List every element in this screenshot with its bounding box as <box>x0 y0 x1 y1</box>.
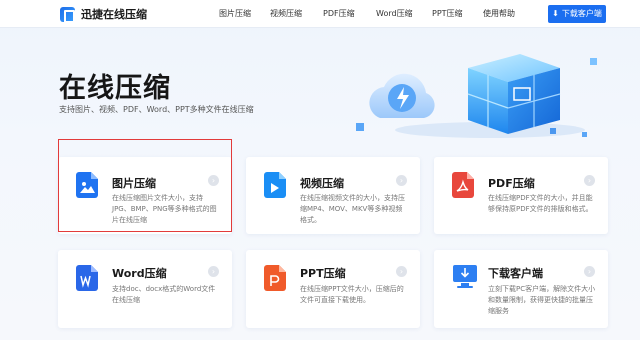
card-video-compress[interactable]: 视频压缩 在线压缩视频文件的大小，支持压缩MP4、MOV、MKV等多种视频格式。… <box>246 157 420 234</box>
card-download-client[interactable]: 下载客户端 立刻下载PC客户端，解除文件大小和数量限制，获得更快捷的批量压缩服务… <box>434 250 608 328</box>
card-title: PDF压缩 <box>488 177 535 190</box>
card-pdf-compress[interactable]: PDF压缩 在线压缩PDF文件的大小，并且能够保持原PDF文件的排版和格式。 › <box>434 157 608 234</box>
card-title: PPT压缩 <box>300 267 346 280</box>
nav-item-video[interactable]: 视频压缩 <box>270 0 302 28</box>
video-file-icon <box>264 172 286 198</box>
card-title: Word压缩 <box>112 267 167 280</box>
nav-item-pdf[interactable]: PDF压缩 <box>323 0 355 28</box>
chevron-right-icon[interactable]: › <box>584 175 595 186</box>
card-title: 视频压缩 <box>300 177 344 190</box>
chevron-right-icon[interactable]: › <box>396 266 407 277</box>
chevron-right-icon[interactable]: › <box>584 266 595 277</box>
nav-item-image[interactable]: 图片压缩 <box>219 0 251 28</box>
nav-item-ppt[interactable]: PPT压缩 <box>432 0 463 28</box>
top-nav-bar: 迅捷在线压缩 图片压缩 视频压缩 PDF压缩 Word压缩 PPT压缩 使用帮助… <box>0 0 640 28</box>
site-logo[interactable]: 迅捷在线压缩 <box>60 6 147 23</box>
card-description: 立刻下载PC客户端，解除文件大小和数量限制，获得更快捷的批量压缩服务 <box>488 285 596 315</box>
card-description: 支持doc、docx格式的Word文件在线压缩 <box>112 285 216 304</box>
card-ppt-compress[interactable]: PPT压缩 在线压缩PPT文件大小，压缩后的文件可直接下载使用。 › <box>246 250 420 328</box>
card-image-compress[interactable]: 图片压缩 在线压缩图片文件大小，支持JPG、BMP、PNG等多种格式的图片在线压… <box>58 157 232 234</box>
card-description: 在线压缩PPT文件大小，压缩后的文件可直接下载使用。 <box>300 285 404 304</box>
card-word-compress[interactable]: Word压缩 支持doc、docx格式的Word文件在线压缩 › <box>58 250 232 328</box>
download-monitor-icon <box>453 265 477 288</box>
chevron-right-icon[interactable]: › <box>208 175 219 186</box>
download-icon: ⬇ <box>552 9 559 18</box>
page-title: 在线压缩 <box>59 73 171 104</box>
logo-icon <box>60 6 75 23</box>
nav-item-help[interactable]: 使用帮助 <box>483 0 515 28</box>
card-description: 在线压缩图片文件大小，支持JPG、BMP、PNG等多种格式的图片在线压缩 <box>112 194 217 224</box>
card-title: 图片压缩 <box>112 177 156 190</box>
image-file-icon <box>76 172 98 198</box>
cloud-lightning-icon <box>369 73 435 118</box>
ppt-file-icon <box>264 265 286 291</box>
logo-text: 迅捷在线压缩 <box>81 8 147 21</box>
download-client-label: 下载客户端 <box>561 9 602 18</box>
compression-cube-icon <box>467 54 561 134</box>
chevron-right-icon[interactable]: › <box>208 266 219 277</box>
word-file-icon <box>76 265 98 291</box>
card-description: 在线压缩视频文件的大小，支持压缩MP4、MOV、MKV等多种视频格式。 <box>300 194 405 224</box>
card-title: 下载客户端 <box>488 267 543 280</box>
chevron-right-icon[interactable]: › <box>396 175 407 186</box>
download-client-button[interactable]: ⬇ 下载客户端 <box>548 5 606 23</box>
hero-illustration <box>356 54 597 138</box>
page-subtitle: 支持图片、视频、PDF、Word、PPT多种文件在线压缩 <box>59 105 254 114</box>
nav-item-word[interactable]: Word压缩 <box>376 0 413 28</box>
pdf-file-icon <box>452 172 474 198</box>
card-description: 在线压缩PDF文件的大小，并且能够保持原PDF文件的排版和格式。 <box>488 194 593 213</box>
